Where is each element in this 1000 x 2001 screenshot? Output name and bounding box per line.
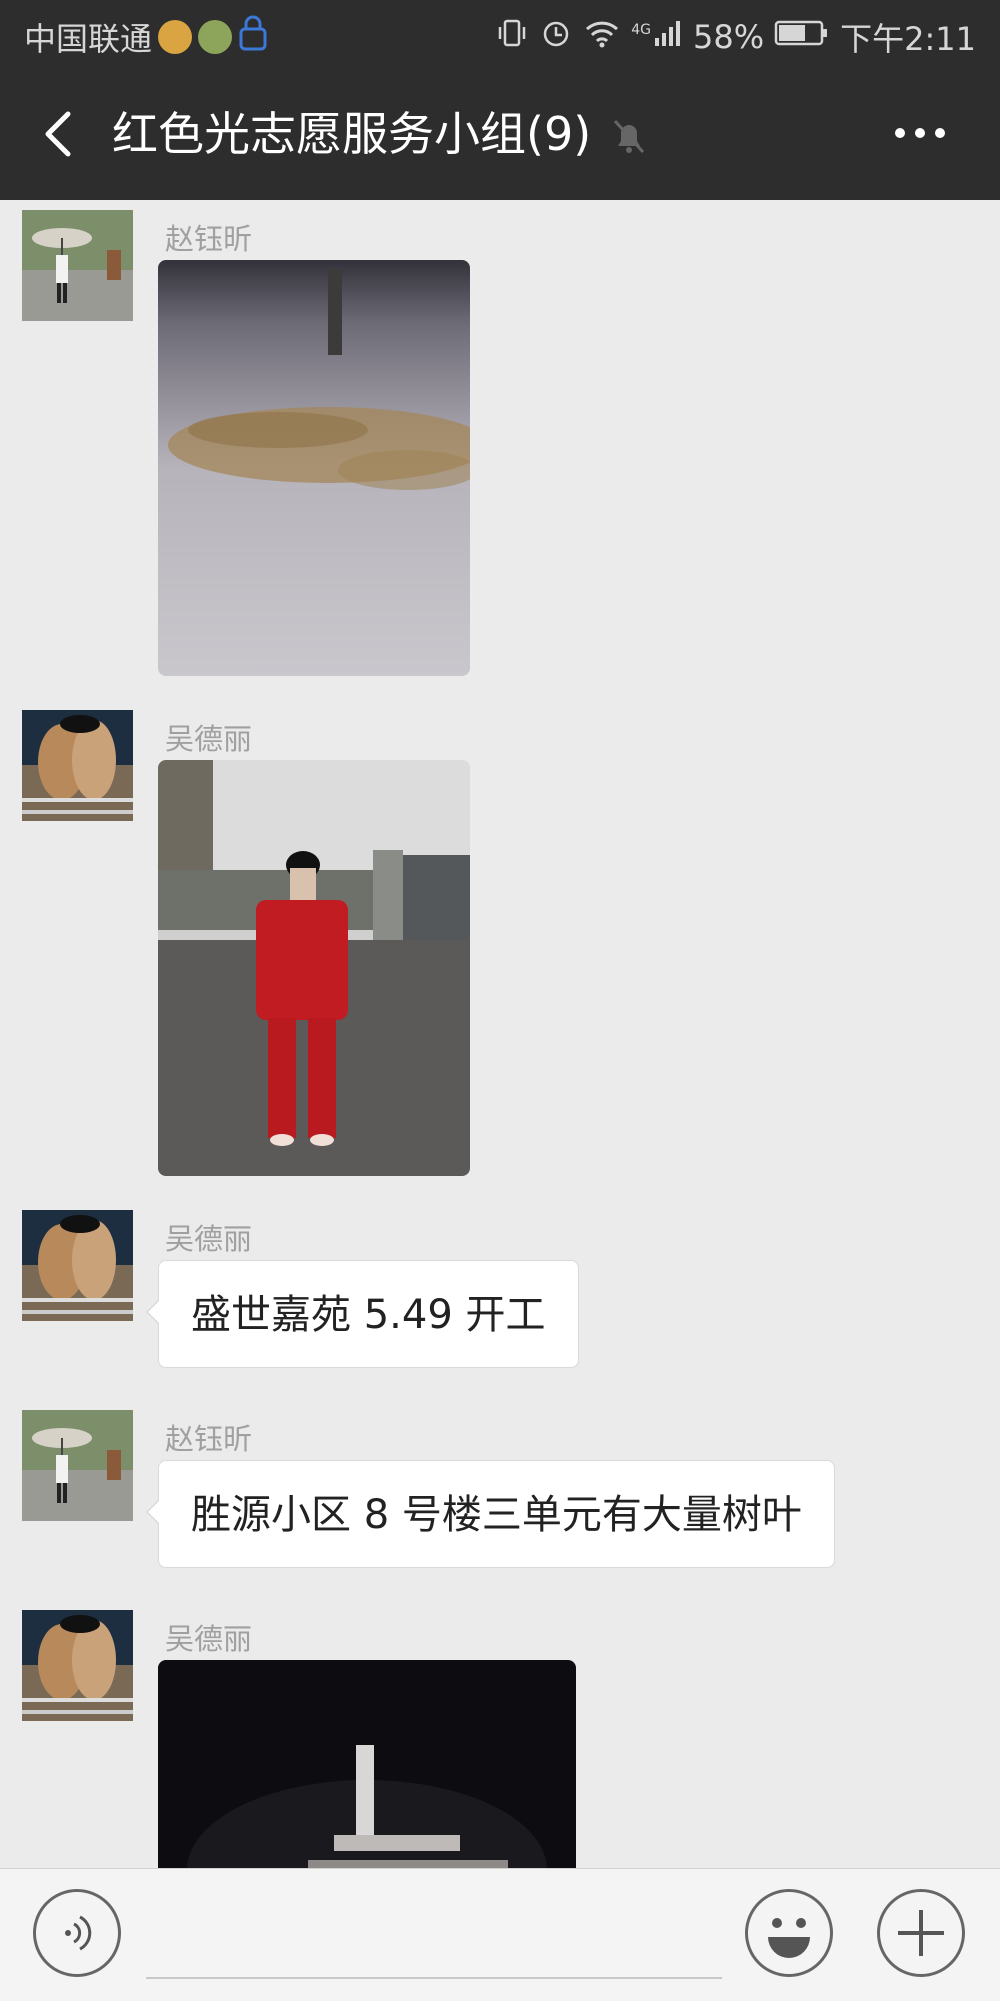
message-image[interactable] (158, 260, 470, 676)
input-bar (0, 1868, 1000, 2001)
status-bar: 中国联通 4G 58% 下午2:11 (0, 0, 1000, 68)
back-arrow-icon[interactable] (38, 106, 88, 162)
plus-icon[interactable] (877, 1889, 965, 1977)
message-bubble[interactable]: 盛世嘉苑 5.49 开工 (146, 1260, 579, 1368)
sender-name: 吴德丽 (165, 722, 253, 756)
chat-title: 红色光志愿服务小组(9) (112, 107, 592, 161)
more-icon[interactable] (890, 108, 950, 158)
network-label: 4G (631, 22, 651, 38)
message-image[interactable] (158, 760, 470, 1176)
message-bubble[interactable]: 胜源小区 8 号楼三单元有大量树叶 (146, 1460, 835, 1568)
chat-message-list[interactable]: 赵钰昕 吴德丽 吴德丽 盛世嘉苑 5.49 开工 赵钰昕 胜源小区 8 号楼三单… (0, 200, 1000, 1868)
sender-name: 吴德丽 (165, 1222, 253, 1256)
battery-icon (774, 18, 830, 56)
time-label: 下午2:11 (840, 20, 976, 58)
wifi-icon (583, 16, 621, 58)
avatar[interactable] (22, 210, 133, 321)
vibrate-icon (495, 16, 529, 58)
avatar[interactable] (22, 1410, 133, 1521)
mail-notification-icon (158, 20, 193, 54)
avatar[interactable] (22, 710, 133, 821)
sender-name: 吴德丽 (165, 1622, 253, 1656)
message-input[interactable] (146, 1977, 722, 1979)
status-left: 中国联通 (24, 14, 268, 60)
alarm-icon (539, 16, 573, 58)
avatar[interactable] (22, 1210, 133, 1321)
avatar[interactable] (22, 1610, 133, 1721)
signal-icon (653, 18, 683, 56)
app-notification-icon (198, 20, 233, 54)
emoji-icon[interactable] (745, 1889, 833, 1977)
status-right: 4G 58% 下午2:11 (495, 14, 976, 60)
message-image[interactable] (158, 1660, 576, 1868)
chat-header: 红色光志愿服务小组(9) (0, 68, 1000, 200)
carrier-label: 中国联通 (24, 20, 153, 58)
sender-name: 赵钰昕 (165, 222, 253, 256)
voice-icon[interactable] (33, 1889, 121, 1977)
mute-bell-icon (610, 116, 648, 156)
sender-name: 赵钰昕 (165, 1422, 253, 1456)
lock-notification-icon (238, 15, 268, 59)
battery-label: 58% (693, 18, 765, 56)
